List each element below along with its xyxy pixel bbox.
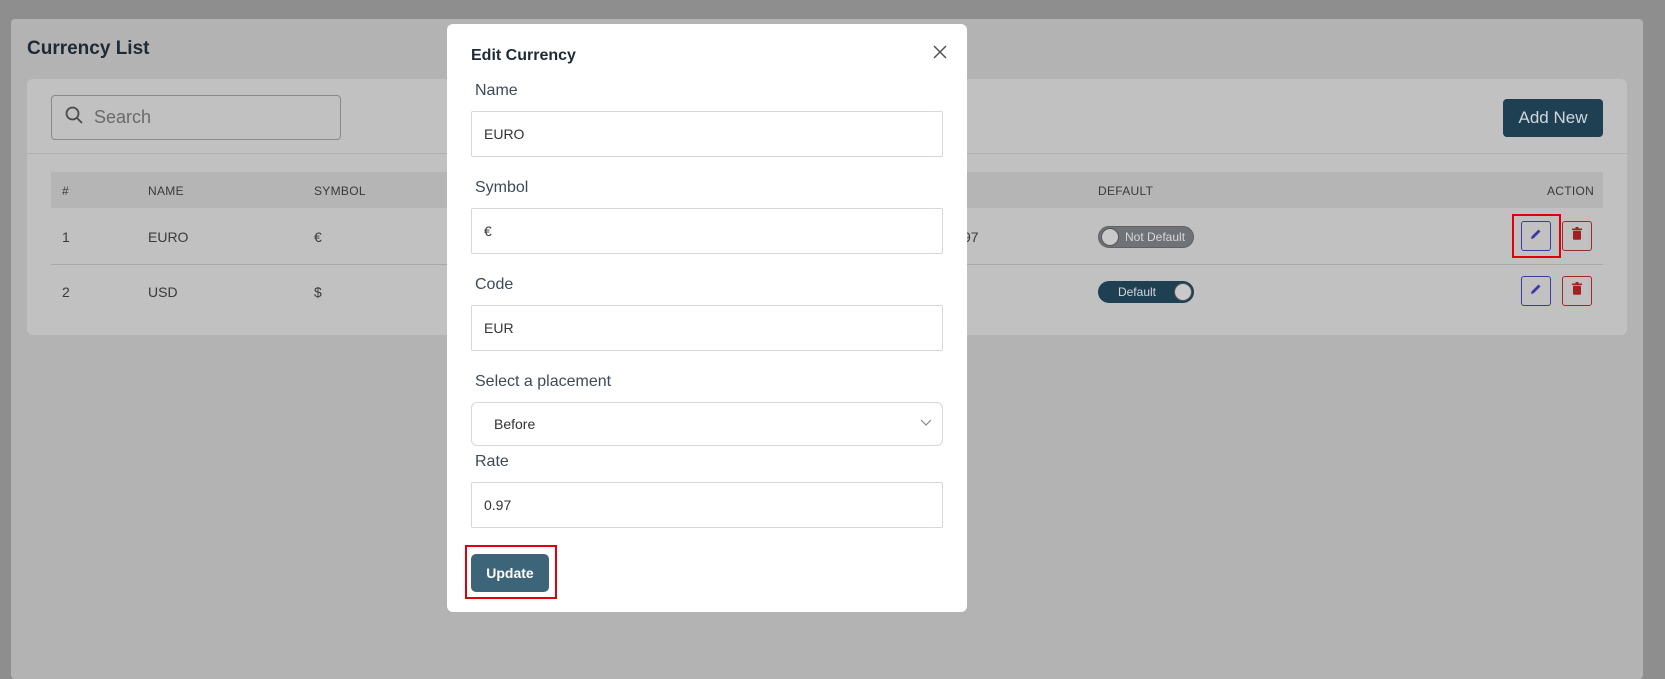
row-2-symbol: $ — [314, 284, 322, 300]
delete-button-row-2[interactable] — [1562, 276, 1592, 306]
header-action: ACTION — [1547, 184, 1595, 198]
header-symbol: SYMBOL — [314, 184, 366, 198]
code-field[interactable]: EUR — [471, 305, 943, 351]
toggle-knob — [1174, 283, 1192, 301]
name-label: Name — [475, 82, 518, 99]
toggle-knob — [1101, 228, 1119, 246]
toggle-label: Default — [1117, 285, 1156, 299]
name-field[interactable]: EURO — [471, 111, 943, 157]
trash-icon — [1571, 282, 1583, 300]
header-default: DEFAULT — [1098, 184, 1154, 198]
code-label: Code — [475, 276, 514, 293]
highlight-update — [465, 545, 557, 599]
search-input[interactable]: Search — [51, 95, 341, 140]
symbol-field[interactable]: € — [471, 208, 943, 254]
symbol-label: Symbol — [475, 179, 529, 196]
search-placeholder: Search — [94, 107, 152, 127]
header-name: NAME — [148, 184, 184, 198]
row-2-index: 2 — [62, 284, 70, 300]
edit-currency-modal: Edit Currency Name EURO Symbol € Code EU… — [447, 24, 967, 612]
header-index: # — [62, 184, 69, 198]
edit-button-row-2[interactable] — [1521, 276, 1551, 306]
default-toggle-row-2[interactable]: Default — [1098, 281, 1194, 303]
placement-label: Select a placement — [475, 373, 612, 390]
row-1-name: EURO — [148, 229, 189, 245]
search-icon — [64, 105, 84, 130]
add-new-button[interactable]: Add New — [1503, 99, 1603, 137]
row-1-symbol: € — [314, 229, 322, 245]
highlight-edit — [1512, 214, 1561, 258]
pencil-icon — [1529, 282, 1543, 301]
row-2-name: USD — [148, 284, 178, 300]
toggle-label: Not Default — [1125, 230, 1186, 244]
placement-value: Before — [494, 416, 536, 432]
page-title: Currency List — [27, 38, 150, 59]
default-toggle-row-1[interactable]: Not Default — [1098, 226, 1194, 248]
row-1-index: 1 — [62, 229, 70, 245]
trash-icon — [1571, 227, 1583, 245]
rate-field[interactable]: 0.97 — [471, 482, 943, 528]
modal-title: Edit Currency — [471, 47, 576, 64]
close-icon[interactable] — [930, 42, 950, 62]
chevron-down-icon — [920, 419, 932, 426]
rate-label: Rate — [475, 453, 509, 470]
placement-select[interactable]: Before — [471, 402, 943, 446]
delete-button-row-1[interactable] — [1562, 221, 1592, 251]
